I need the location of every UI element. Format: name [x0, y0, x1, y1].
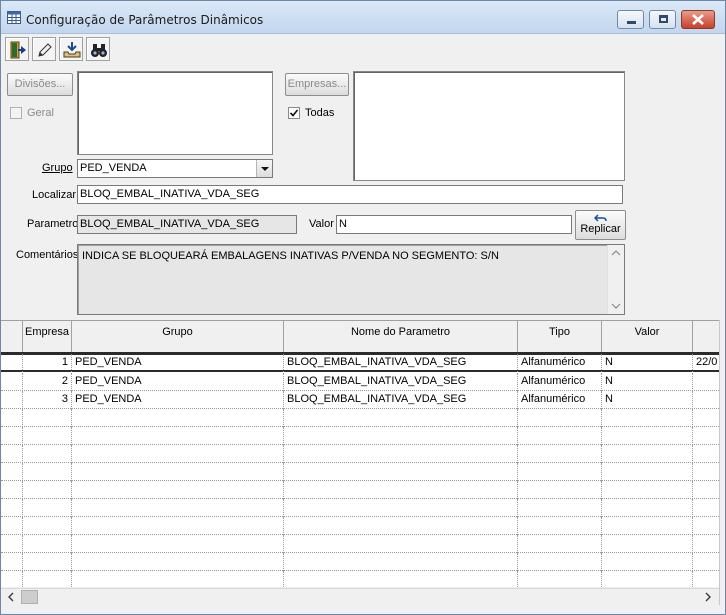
empresas-list[interactable]	[353, 71, 625, 181]
empty-row[interactable]	[1, 481, 719, 499]
header-empresa[interactable]: Empresa	[23, 321, 72, 352]
geral-checkbox[interactable]	[10, 107, 22, 119]
edit-button[interactable]	[32, 37, 56, 61]
cell-tipo: Alfanumérico	[518, 354, 602, 372]
table-app-icon	[7, 11, 21, 24]
grupo-select[interactable]: PED_VENDA	[77, 159, 273, 178]
chevron-up-icon[interactable]	[608, 247, 624, 259]
cell-grupo: PED_VENDA	[72, 391, 284, 409]
divisoes-list[interactable]	[77, 71, 273, 155]
cell-tipo: Alfanumérico	[518, 391, 602, 409]
cell-empresa: 2	[23, 373, 72, 391]
checkmark-icon	[289, 109, 299, 117]
localizar-input[interactable]: BLOQ_EMBAL_INATIVA_VDA_SEG	[77, 185, 623, 204]
header-indicator	[1, 321, 23, 352]
maximize-button[interactable]	[649, 10, 676, 29]
search-button[interactable]	[86, 37, 110, 61]
table-row[interactable]: 2 PED_VENDA BLOQ_EMBAL_INATIVA_VDA_SEG A…	[1, 373, 719, 391]
cell-extra	[693, 373, 719, 391]
grid-header: Empresa Grupo Nome do Parametro Tipo Val…	[1, 321, 719, 355]
scroll-thumb[interactable]	[21, 590, 38, 604]
header-extra	[693, 321, 719, 352]
empresas-button[interactable]: Empresas...	[285, 73, 349, 96]
empty-row[interactable]	[1, 427, 719, 445]
maximize-icon	[659, 15, 668, 23]
minimize-button[interactable]	[617, 10, 644, 29]
table-row[interactable]: 1 PED_VENDA BLOQ_EMBAL_INATIVA_VDA_SEG A…	[1, 354, 719, 372]
edit-pencil-icon	[38, 43, 52, 57]
cell-nome: BLOQ_EMBAL_INATIVA_VDA_SEG	[284, 373, 518, 391]
replicar-label: Replicar	[580, 223, 621, 235]
grid-horizontal-scrollbar[interactable]	[1, 588, 719, 605]
comentarios-value: INDICA SE BLOQUEARÁ EMBALAGENS INATIVAS …	[82, 250, 499, 262]
header-tipo[interactable]: Tipo	[518, 321, 602, 352]
cell-empresa: 3	[23, 391, 72, 409]
empty-row[interactable]	[1, 409, 719, 427]
load-button[interactable]	[59, 37, 83, 61]
empty-row[interactable]	[1, 517, 719, 535]
comentarios-memo[interactable]: INDICA SE BLOQUEARÁ EMBALAGENS INATIVAS …	[77, 244, 625, 315]
cell-tipo: Alfanumérico	[518, 373, 602, 391]
cell-nome: BLOQ_EMBAL_INATIVA_VDA_SEG	[284, 354, 518, 372]
cell-extra: 22/0	[696, 356, 718, 368]
comentarios-label: Comentários	[16, 249, 79, 261]
minimize-icon	[627, 21, 636, 24]
chevron-right-icon[interactable]	[701, 589, 715, 605]
geral-label: Geral	[27, 107, 54, 119]
cell-empresa: 1	[23, 354, 72, 372]
binoculars-icon	[91, 44, 107, 57]
parametro-field: BLOQ_EMBAL_INATIVA_VDA_SEG	[77, 215, 297, 234]
replicar-button[interactable]: Replicar	[575, 210, 626, 240]
cell-valor: N	[602, 373, 693, 391]
localizar-label: Localizar	[32, 189, 77, 201]
exit-button[interactable]	[5, 37, 29, 61]
close-icon	[692, 14, 704, 25]
row-indicator	[1, 373, 23, 391]
cell-grupo: PED_VENDA	[72, 354, 284, 372]
todas-label: Todas	[305, 107, 335, 119]
cell-extra	[693, 391, 719, 409]
valor-label: Valor	[309, 218, 334, 230]
toolbar	[1, 35, 725, 63]
load-tray-icon	[63, 42, 81, 58]
empty-row[interactable]	[1, 571, 719, 587]
parametro-label: Parametro	[27, 218, 79, 230]
exit-door-icon	[10, 41, 26, 59]
chevron-down-icon[interactable]	[608, 300, 624, 312]
empty-row[interactable]	[1, 445, 719, 463]
cell-valor: N	[602, 354, 693, 372]
empty-row[interactable]	[1, 535, 719, 553]
empty-row[interactable]	[1, 463, 719, 481]
table-row[interactable]: 3 PED_VENDA BLOQ_EMBAL_INATIVA_VDA_SEG A…	[1, 391, 719, 409]
cell-nome: BLOQ_EMBAL_INATIVA_VDA_SEG	[284, 391, 518, 409]
divisoes-button[interactable]: Divisões...	[7, 73, 73, 96]
main-window: Configuração de Parâmetros Dinâmicos Div…	[0, 0, 726, 615]
valor-input[interactable]: N	[336, 215, 572, 234]
row-indicator	[1, 391, 23, 409]
memo-scrollbar[interactable]	[607, 245, 624, 314]
empty-row[interactable]	[1, 553, 719, 571]
chevron-down-icon[interactable]	[256, 160, 272, 177]
parameters-grid[interactable]: Empresa Grupo Nome do Parametro Tipo Val…	[1, 320, 719, 587]
grupo-label: Grupo	[42, 162, 73, 174]
header-grupo[interactable]: Grupo	[72, 321, 284, 352]
cell-valor: N	[602, 391, 693, 409]
header-nome[interactable]: Nome do Parametro	[284, 321, 518, 352]
row-indicator	[1, 354, 23, 372]
empty-row[interactable]	[1, 499, 719, 517]
chevron-left-icon[interactable]	[4, 589, 18, 605]
undo-arrow-icon	[593, 214, 607, 222]
todas-checkbox[interactable]	[288, 107, 300, 119]
grupo-value: PED_VENDA	[80, 162, 147, 174]
title-bar[interactable]: Configuração de Parâmetros Dinâmicos	[1, 1, 725, 34]
cell-grupo: PED_VENDA	[72, 373, 284, 391]
window-right-edge	[719, 320, 725, 605]
header-valor[interactable]: Valor	[602, 321, 693, 352]
window-title: Configuração de Parâmetros Dinâmicos	[26, 13, 264, 27]
close-button[interactable]	[681, 10, 715, 29]
